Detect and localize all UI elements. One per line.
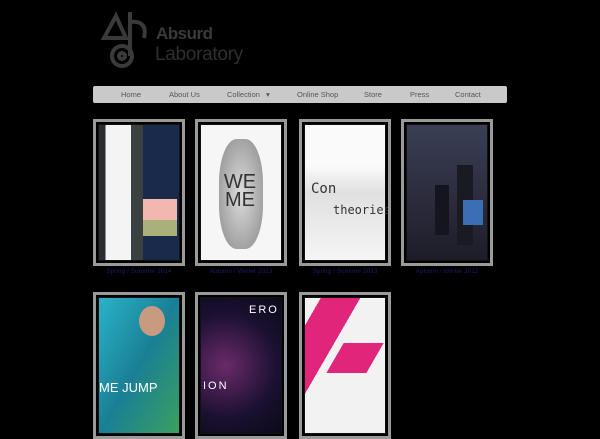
thumb-text-con: Con xyxy=(311,181,337,197)
thumb-image: ME JUMP xyxy=(99,298,179,433)
thumb-text-theories: theories xyxy=(333,203,391,217)
logo[interactable]: Absurd Laboratory xyxy=(100,8,250,72)
gallery-thumb-1[interactable] xyxy=(93,119,185,266)
thumb-text-ero: ERO xyxy=(249,304,279,316)
thumb-image: WE ME xyxy=(201,125,281,260)
thumb-image: ERO ION xyxy=(201,298,281,433)
logo-text-line2: Laboratory xyxy=(155,44,243,65)
thumb-caption-1[interactable]: Spring / Summer 2014 xyxy=(93,268,185,275)
gallery-thumb-7[interactable] xyxy=(299,292,391,439)
nav-collection-label: Collection xyxy=(227,90,260,99)
nav-store[interactable]: Store xyxy=(364,86,382,103)
caret-down-icon: ▾ xyxy=(266,90,270,99)
gallery-thumb-2[interactable]: WE ME xyxy=(195,119,287,266)
thumb-caption-3[interactable]: Spring / Summer 2013 xyxy=(299,268,391,275)
logo-text-line1: Absurd xyxy=(156,24,213,43)
gallery-thumb-4[interactable] xyxy=(401,119,493,266)
gallery-thumb-5[interactable]: ME JUMP xyxy=(93,292,185,439)
thumb-text-weme: WE ME xyxy=(223,171,257,211)
nav-contact[interactable]: Contact xyxy=(455,86,481,103)
thumb-image xyxy=(407,125,487,260)
thumb-image xyxy=(305,298,385,433)
thumb-image: Con theories xyxy=(305,125,388,260)
nav-press[interactable]: Press xyxy=(410,86,429,103)
main-nav: Home About Us Collection ▾ Online Shop S… xyxy=(93,86,507,103)
thumb-text-jump: ME JUMP xyxy=(99,380,158,395)
nav-online-shop[interactable]: Online Shop xyxy=(297,86,338,103)
thumb-image xyxy=(99,125,179,260)
gallery-thumb-3[interactable]: Con theories xyxy=(299,119,391,266)
thumb-text-ion: ION xyxy=(203,380,229,392)
nav-about-us[interactable]: About Us xyxy=(169,86,200,103)
nav-collection[interactable]: Collection ▾ xyxy=(227,86,270,103)
nav-home[interactable]: Home xyxy=(121,86,141,103)
logo-mark-icon xyxy=(100,11,147,68)
gallery-thumb-6[interactable]: ERO ION xyxy=(195,292,287,439)
thumb-caption-2[interactable]: Autumn / Winter 2013 xyxy=(195,268,287,275)
thumb-caption-4[interactable]: Autumn / Winter 2012 xyxy=(401,268,493,275)
